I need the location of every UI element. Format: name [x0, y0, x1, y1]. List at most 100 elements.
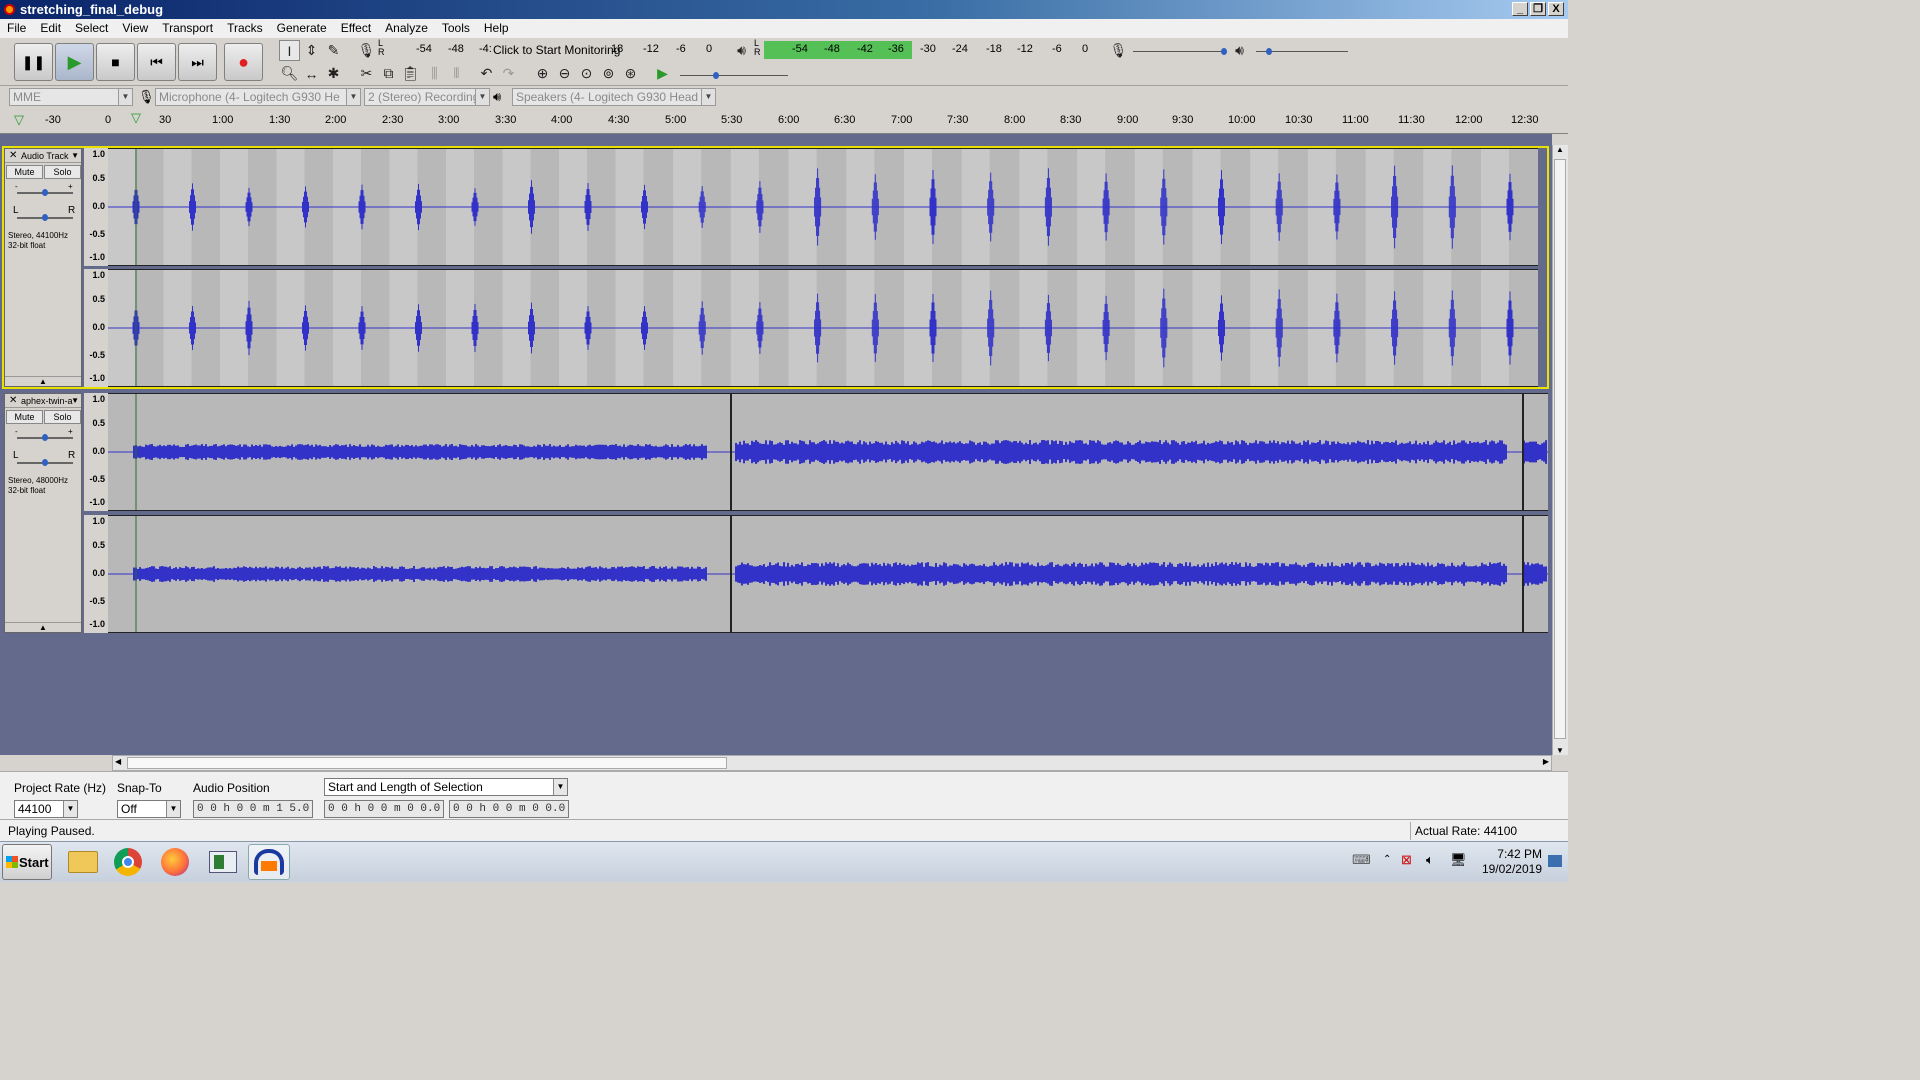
recording-volume-slider[interactable]: [1133, 48, 1227, 55]
waveform-channel[interactable]: [108, 148, 1538, 266]
fit-project-button[interactable]: ⊚: [598, 63, 619, 84]
vertical-scroll-thumb[interactable]: [1554, 159, 1566, 739]
selection-length-field[interactable]: 0 0 h 0 0 m 0 0.0 0 0 s: [449, 800, 569, 831]
collapse-track-button[interactable]: ▲: [5, 376, 81, 386]
track-control-panel-2[interactable]: ✕ aphex-twin-al ▼ Mute Solo - + L R Ster…: [4, 393, 82, 633]
chrome-icon[interactable]: [107, 844, 149, 880]
trim-button[interactable]: ⫼: [424, 63, 445, 84]
cut-button[interactable]: ✂: [356, 63, 377, 84]
restore-button[interactable]: ❐: [1530, 2, 1546, 16]
mute-button[interactable]: Mute: [6, 165, 43, 179]
timeshift-tool-button[interactable]: ↔: [301, 63, 322, 84]
horizontal-scroll-thumb[interactable]: [127, 757, 727, 769]
record-button[interactable]: ●: [224, 43, 263, 81]
gain-slider[interactable]: [17, 434, 73, 441]
play-at-speed-button[interactable]: ▶: [652, 63, 673, 84]
undo-button[interactable]: ↶: [476, 63, 497, 84]
zoom-in-button[interactable]: ⊕: [532, 63, 553, 84]
record-meter-mic-icon[interactable]: 🎙︎: [356, 40, 377, 61]
timeline-ruler[interactable]: ▽ ▽ -30 0 30 1:00 1:30 2:00 2:30 3:00 3:…: [0, 108, 1568, 134]
selection-mode-select[interactable]: Start and Length of Selection ▼: [324, 778, 568, 796]
vertical-ruler[interactable]: 1.0 0.5 0.0 -0.5 -1.0: [84, 393, 108, 511]
app-window-icon[interactable]: [202, 844, 244, 880]
play-speed-slider[interactable]: [680, 72, 788, 79]
audacity-taskbar-icon[interactable]: [248, 844, 290, 880]
recording-channels-select[interactable]: 2 (Stereo) Recording ▼: [364, 88, 490, 106]
firefox-icon[interactable]: [154, 844, 196, 880]
horizontal-scrollbar[interactable]: ◀ ▶: [112, 755, 1552, 771]
solo-button[interactable]: Solo: [44, 165, 81, 179]
envelope-tool-button[interactable]: ⇕: [301, 40, 322, 61]
playback-device-select[interactable]: Speakers (4- Logitech G930 Head ▼: [512, 88, 716, 106]
menu-analyze[interactable]: Analyze: [378, 19, 435, 35]
menu-transport[interactable]: Transport: [155, 19, 220, 35]
track-workspace[interactable]: ✕ Audio Track ▼ Mute Solo - + L R Stereo…: [0, 134, 1552, 755]
zoom-tool-button[interactable]: 🔍︎: [279, 63, 300, 84]
tray-keyboard-icon[interactable]: ⌨: [1352, 852, 1371, 868]
audio-host-select[interactable]: MME ▼: [9, 88, 133, 106]
redo-button[interactable]: ↷: [498, 63, 519, 84]
paste-button[interactable]: 📋︎: [400, 63, 421, 84]
zoom-toggle-button[interactable]: ⊛: [620, 63, 641, 84]
mute-button[interactable]: Mute: [6, 410, 43, 424]
system-clock[interactable]: 7:42 PM 19/02/2019: [1482, 847, 1542, 877]
play-button[interactable]: ▶: [55, 43, 94, 81]
scroll-right-icon[interactable]: ▶: [1543, 757, 1549, 766]
tray-expand-icon[interactable]: ⌃: [1383, 854, 1391, 865]
playback-volume-slider[interactable]: [1256, 48, 1348, 55]
menu-tracks[interactable]: Tracks: [220, 19, 270, 35]
start-button[interactable]: Start: [2, 844, 52, 880]
close-window-button[interactable]: X: [1548, 2, 1564, 16]
vertical-ruler[interactable]: 1.0 0.5 0.0 -0.5 -1.0: [84, 515, 108, 633]
file-explorer-icon[interactable]: [62, 844, 104, 880]
timeline-options-icon[interactable]: ▽: [14, 112, 24, 128]
menu-generate[interactable]: Generate: [270, 19, 334, 35]
skip-to-start-button[interactable]: ⏮: [137, 43, 176, 81]
solo-button[interactable]: Solo: [44, 410, 81, 424]
close-track-icon[interactable]: ✕: [9, 395, 17, 406]
tray-display-icon[interactable]: 🖥︎: [1450, 852, 1467, 868]
scroll-left-icon[interactable]: ◀: [115, 757, 121, 766]
scroll-down-icon[interactable]: ▼: [1556, 746, 1564, 755]
silence-button[interactable]: ⫴: [446, 63, 467, 84]
audio-position-field[interactable]: 0 0 h 0 0 m 1 5.0 6 4 s: [193, 800, 313, 831]
copy-button[interactable]: ⧉: [378, 63, 399, 84]
pan-slider[interactable]: [17, 459, 73, 466]
tray-volume-icon[interactable]: 🔈︎: [1426, 852, 1434, 868]
menu-file[interactable]: File: [0, 19, 33, 35]
playback-meter-speaker-icon[interactable]: 🔊︎: [731, 40, 752, 61]
vertical-scrollbar[interactable]: ▲ ▼: [1552, 145, 1568, 755]
tray-network-icon[interactable]: ⊠: [1401, 852, 1412, 868]
track-name-menu[interactable]: ✕ aphex-twin-al ▼: [5, 394, 81, 408]
vertical-ruler[interactable]: 1.0 0.5 0.0 -0.5 -1.0: [84, 148, 108, 266]
menu-tools[interactable]: Tools: [435, 19, 477, 35]
show-desktop-button[interactable]: [1548, 855, 1562, 867]
playback-meter[interactable]: L R -54 -48 -42 -36 -30 -24 -18 -12 -6 0: [754, 39, 1094, 59]
waveform-channel[interactable]: [108, 269, 1538, 387]
close-track-icon[interactable]: ✕: [9, 150, 17, 161]
draw-tool-button[interactable]: ✎: [323, 40, 344, 61]
recording-device-select[interactable]: Microphone (4- Logitech G930 He ▼: [155, 88, 361, 106]
menu-effect[interactable]: Effect: [334, 19, 378, 35]
minimize-button[interactable]: _: [1512, 2, 1528, 16]
waveform-channel[interactable]: [108, 393, 1548, 511]
snap-to-select[interactable]: Off ▼: [117, 800, 181, 818]
zoom-out-button[interactable]: ⊖: [554, 63, 575, 84]
gain-slider[interactable]: [17, 189, 73, 196]
project-rate-select[interactable]: 44100 ▼: [14, 800, 78, 818]
menu-help[interactable]: Help: [477, 19, 516, 35]
collapse-track-button[interactable]: ▲: [5, 622, 81, 632]
selection-tool-button[interactable]: I: [279, 40, 300, 61]
menu-view[interactable]: View: [115, 19, 155, 35]
vertical-ruler[interactable]: 1.0 0.5 0.0 -0.5 -1.0: [84, 269, 108, 387]
track-name-menu[interactable]: ✕ Audio Track ▼: [5, 149, 81, 163]
track-control-panel-1[interactable]: ✕ Audio Track ▼ Mute Solo - + L R Stereo…: [4, 148, 82, 387]
waveform-channel[interactable]: [108, 515, 1548, 633]
fit-selection-button[interactable]: ⊙: [576, 63, 597, 84]
skip-to-end-button[interactable]: ⏭: [178, 43, 217, 81]
selection-start-field[interactable]: 0 0 h 0 0 m 0 0.0 0 0 s: [324, 800, 444, 831]
click-to-start-monitoring[interactable]: Click to Start Monitoring: [493, 43, 620, 57]
menu-edit[interactable]: Edit: [33, 19, 68, 35]
pause-button[interactable]: ❚❚: [14, 43, 53, 81]
menu-select[interactable]: Select: [68, 19, 115, 35]
